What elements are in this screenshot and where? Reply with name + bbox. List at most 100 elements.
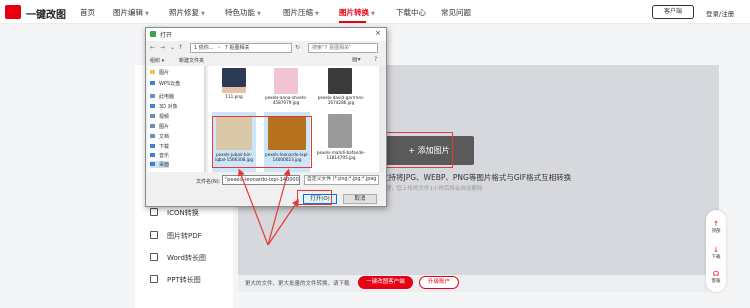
file-list-scrollbar[interactable] [379, 66, 385, 172]
nav-label: 特色功能 [225, 8, 255, 17]
floating-tool-panel: ↑ 顶部 ↓ 下载 ☊ 客服 [706, 210, 726, 292]
tree-item-label: 音乐 [159, 153, 170, 159]
upload-subtext: 处理，您上传的文件1小时后将会自动删除 [380, 186, 483, 192]
file-name[interactable]: pexels-mahdi-bafande-11814795.jpg [316, 150, 366, 160]
document-icon [150, 134, 155, 138]
video-icon [150, 114, 155, 118]
file-thumbnail[interactable] [328, 114, 352, 148]
tree-item[interactable]: 图片 [150, 69, 169, 76]
nav-faq[interactable]: 常见问题 [441, 7, 471, 18]
download-tip-text: 更大的文件、更大批量的文件转换，请下载 [245, 281, 350, 287]
up-arrow-icon[interactable]: ↑ [178, 44, 183, 51]
tree-item[interactable]: 音乐 [150, 152, 169, 159]
site-logo[interactable]: 一键改图 [5, 4, 85, 21]
sidebar-item-ppt-to-image[interactable]: PPT转长图 [150, 275, 201, 285]
nav-convert[interactable]: 图片转换 ▼ [339, 7, 375, 18]
sidebar-item-label: Word转长图 [167, 254, 206, 262]
forward-arrow-icon[interactable]: → [160, 44, 165, 51]
tree-item[interactable]: 视频 [150, 113, 169, 120]
nav-label: 图片转换 [339, 8, 369, 17]
dialog-title: 打开 [160, 32, 173, 39]
dialog-titlebar[interactable]: 打开 × [146, 28, 386, 41]
nav-image-edit[interactable]: 图片编辑 ▼ [113, 7, 149, 18]
app-icon [150, 31, 156, 37]
desktop-icon [150, 162, 155, 166]
organize-menu[interactable]: 组织 ▾ [150, 57, 164, 64]
search-input[interactable]: 搜索"7 抠图相关" [308, 43, 378, 53]
nav-compress[interactable]: 图片压缩 ▼ [283, 7, 319, 18]
filename-input[interactable]: "pexels-leonardo-lxpi-1400002 [222, 175, 300, 185]
new-folder-button[interactable]: 新建文件夹 [179, 57, 204, 64]
file-thumbnail[interactable] [222, 68, 246, 87]
file-thumbnail[interactable] [328, 68, 352, 94]
arrow-up-icon: ↑ [713, 220, 719, 228]
breadcrumb-segment[interactable]: 7 抠图相关 [225, 45, 250, 51]
view-options-icon[interactable]: ▤▾ [352, 56, 361, 63]
cancel-button[interactable]: 取消 [343, 194, 377, 204]
file-name[interactable]: 111.png [210, 94, 258, 99]
download-icon: ↓ [713, 246, 719, 254]
sidebar-item-label: PPT转长图 [167, 276, 201, 284]
nav-label: 图片编辑 [113, 8, 143, 17]
tree-item[interactable]: 3D 对象 [150, 103, 178, 110]
sidebar-item-image-to-pdf[interactable]: 图片转PDF [150, 231, 202, 241]
headset-icon: ☊ [712, 270, 720, 278]
file-thumbnail[interactable] [274, 68, 298, 94]
tree-item-label: 此电脑 [159, 94, 175, 100]
nav-download-center[interactable]: 下载中心 [396, 7, 426, 18]
login-link[interactable]: 登录/注册 [706, 8, 734, 18]
back-arrow-icon[interactable]: ← [150, 44, 155, 51]
float-label: 客服 [711, 279, 721, 284]
icon-convert-icon [150, 208, 158, 216]
tree-item-label: 图片 [159, 124, 170, 130]
breadcrumb-separator-icon: › [218, 45, 221, 51]
file-name[interactable]: pexels-anna-shvets-4587979.jpg [262, 95, 310, 105]
logo-text: 一键改图 [26, 10, 66, 21]
tree-item-label: 3D 对象 [159, 104, 178, 110]
breadcrumb-segment[interactable]: 1 债你... [194, 45, 214, 51]
navigation-pane: 图片 WPS云盘 此电脑 3D 对象 视频 图片 文档 下载 音乐 桌面 [148, 66, 206, 172]
close-icon[interactable]: × [375, 29, 381, 37]
upload-description: 式，支持将JPG、WEBP、PNG等图片格式与GIF格式互相转换 [366, 173, 572, 182]
pdf-icon [150, 231, 158, 239]
nav-label: 图片压缩 [283, 8, 313, 17]
folder-icon [150, 70, 155, 74]
tree-item[interactable]: 文档 [150, 133, 169, 140]
sidebar-item-icon-convert[interactable]: ICON转换 [150, 208, 199, 218]
customer-service-button[interactable]: ☊ 客服 [706, 270, 726, 284]
chevron-down-icon: ▼ [145, 11, 149, 17]
tree-item-label: 视频 [159, 114, 170, 120]
filetype-select[interactable]: 自定义文件 (*.png;*.jpg;*.jpeg [304, 175, 379, 185]
address-bar[interactable]: 1 债你... › 7 抠图相关 [190, 43, 292, 53]
tree-item[interactable]: 图片 [150, 123, 169, 130]
dropdown-arrow-icon[interactable]: ⌄ [170, 44, 175, 51]
tree-item-label: 下载 [159, 144, 170, 150]
word-icon [150, 253, 158, 261]
tree-item[interactable]: 此电脑 [150, 93, 174, 100]
nav-features[interactable]: 特色功能 ▼ [225, 7, 261, 18]
float-label: 下载 [711, 255, 721, 260]
file-thumbnail-detail [222, 87, 246, 93]
download-client-button[interactable]: 一键改图客户端 [358, 276, 413, 289]
cloud-icon [150, 81, 155, 85]
tree-scrollbar[interactable] [204, 66, 206, 172]
back-to-top-button[interactable]: ↑ 顶部 [706, 220, 726, 234]
tree-item-selected[interactable]: 桌面 [150, 161, 170, 168]
sidebar-item-word-to-image[interactable]: Word转长图 [150, 253, 206, 263]
annotation-box-open-button [297, 190, 332, 205]
nav-photo-repair[interactable]: 照片修复 ▼ [169, 7, 205, 18]
upgrade-account-button[interactable]: 升级账户 [419, 276, 459, 289]
cube-icon [150, 104, 155, 108]
tree-item[interactable]: WPS云盘 [150, 80, 180, 87]
tree-item[interactable]: 下载 [150, 143, 169, 150]
nav-home[interactable]: 首页 [80, 7, 95, 18]
help-icon[interactable]: ? [374, 56, 377, 63]
sidebar-item-label: 图片转PDF [167, 232, 202, 240]
file-name[interactable]: pexels-david-garrrero-1674286.jpg [316, 95, 366, 105]
annotation-box-selected-files [212, 116, 312, 168]
chevron-down-icon: ▼ [201, 11, 205, 17]
download-float-button[interactable]: ↓ 下载 [706, 246, 726, 260]
annotation-box-add-button [378, 132, 453, 168]
refresh-icon[interactable]: ↻ [295, 44, 300, 51]
client-button[interactable]: 客户端 [652, 5, 694, 19]
